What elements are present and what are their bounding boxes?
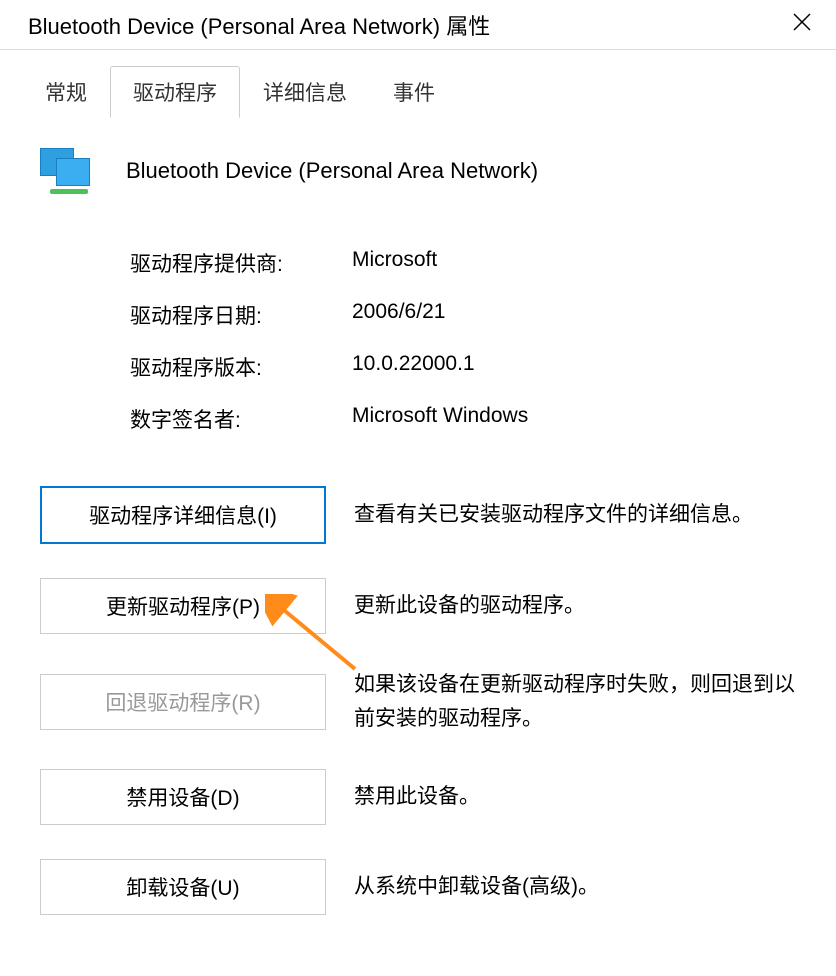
action-row-rollback: 回退驱动程序(R) 如果该设备在更新驱动程序时失败，则回退到以前安装的驱动程序。	[40, 668, 800, 735]
device-header: Bluetooth Device (Personal Area Network)	[40, 148, 800, 194]
action-row-disable: 禁用设备(D) 禁用此设备。	[40, 769, 800, 825]
close-icon	[792, 12, 812, 32]
disable-device-button[interactable]: 禁用设备(D)	[40, 769, 326, 825]
titlebar: Bluetooth Device (Personal Area Network)…	[0, 0, 836, 50]
properties-dialog: Bluetooth Device (Personal Area Network)…	[0, 0, 836, 976]
action-desc: 更新此设备的驱动程序。	[354, 589, 585, 623]
info-value: 10.0.22000.1	[352, 352, 475, 382]
tab-panel-driver: Bluetooth Device (Personal Area Network)…	[0, 118, 836, 969]
info-value: Microsoft Windows	[352, 404, 528, 434]
action-row-uninstall: 卸载设备(U) 从系统中卸载设备(高级)。	[40, 859, 800, 915]
tab-events[interactable]: 事件	[370, 66, 458, 118]
info-value: Microsoft	[352, 248, 437, 278]
action-row-details: 驱动程序详细信息(I) 查看有关已安装驱动程序文件的详细信息。	[40, 486, 800, 544]
info-row-version: 驱动程序版本: 10.0.22000.1	[130, 352, 800, 382]
update-driver-button[interactable]: 更新驱动程序(P)	[40, 578, 326, 634]
tab-driver[interactable]: 驱动程序	[110, 66, 240, 118]
driver-details-button[interactable]: 驱动程序详细信息(I)	[40, 486, 326, 544]
device-name: Bluetooth Device (Personal Area Network)	[126, 158, 538, 184]
info-label: 驱动程序版本:	[130, 352, 352, 382]
driver-info: 驱动程序提供商: Microsoft 驱动程序日期: 2006/6/21 驱动程…	[130, 248, 800, 434]
info-row-provider: 驱动程序提供商: Microsoft	[130, 248, 800, 278]
action-desc: 禁用此设备。	[354, 780, 480, 814]
info-row-date: 驱动程序日期: 2006/6/21	[130, 300, 800, 330]
info-value: 2006/6/21	[352, 300, 445, 330]
info-label: 数字签名者:	[130, 404, 352, 434]
info-row-signer: 数字签名者: Microsoft Windows	[130, 404, 800, 434]
window-title: Bluetooth Device (Personal Area Network)…	[28, 9, 490, 41]
uninstall-device-button[interactable]: 卸载设备(U)	[40, 859, 326, 915]
action-desc: 如果该设备在更新驱动程序时失败，则回退到以前安装的驱动程序。	[354, 668, 800, 735]
info-label: 驱动程序日期:	[130, 300, 352, 330]
tab-general[interactable]: 常规	[22, 66, 110, 118]
network-device-icon	[40, 148, 92, 194]
close-button[interactable]	[782, 8, 822, 41]
action-desc: 查看有关已安装驱动程序文件的详细信息。	[354, 498, 753, 532]
info-label: 驱动程序提供商:	[130, 248, 352, 278]
tab-details[interactable]: 详细信息	[240, 66, 370, 118]
tabs-bar: 常规 驱动程序 详细信息 事件	[0, 50, 836, 118]
action-row-update: 更新驱动程序(P) 更新此设备的驱动程序。	[40, 578, 800, 634]
action-desc: 从系统中卸载设备(高级)。	[354, 870, 599, 904]
rollback-driver-button: 回退驱动程序(R)	[40, 674, 326, 730]
